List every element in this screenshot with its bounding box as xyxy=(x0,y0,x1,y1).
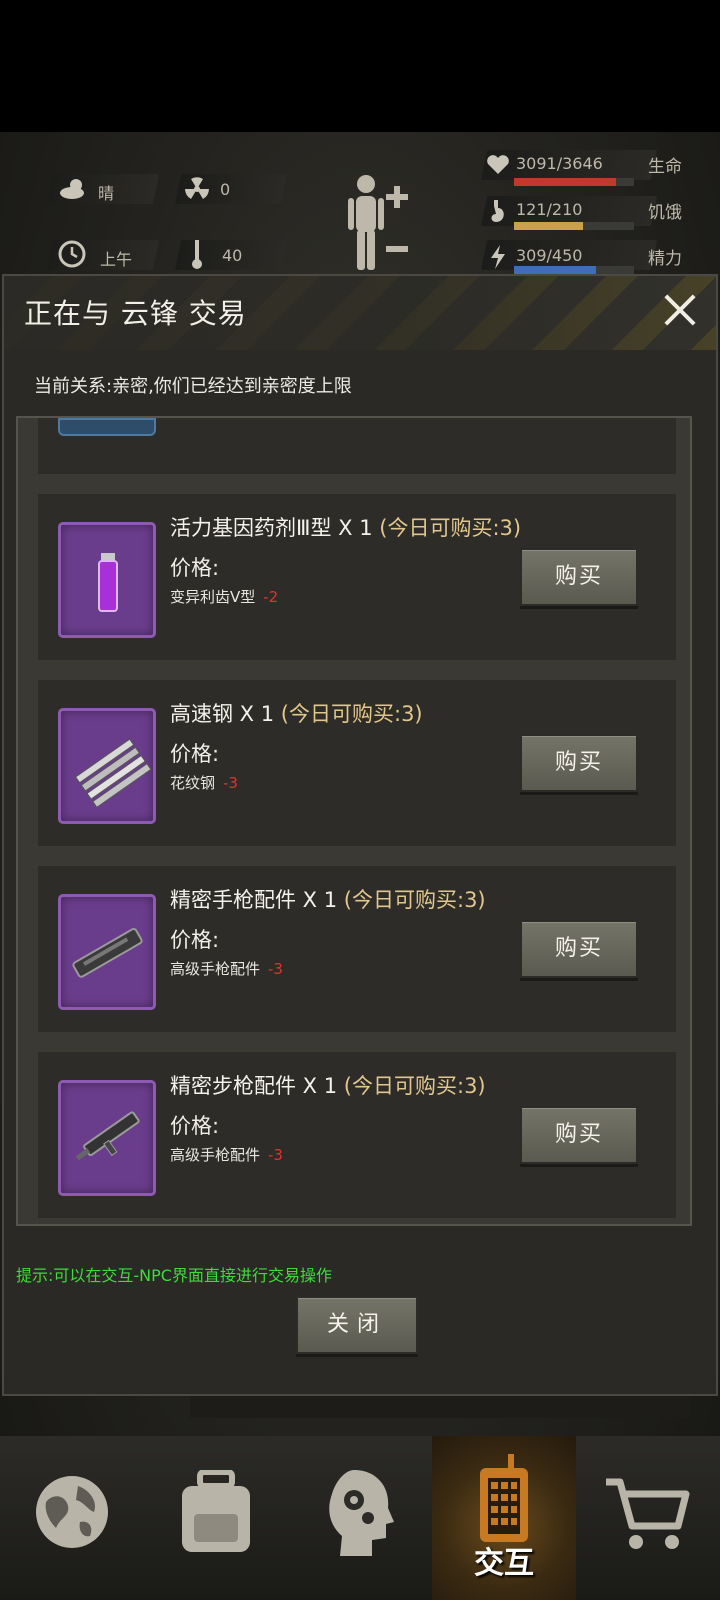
pistol-part-icon xyxy=(72,928,143,978)
trade-dialog: 正在与 云锋 交易 当前关系:亲密,你们已经达到亲密度上限 活力基因药剂Ⅲ型 X… xyxy=(2,274,718,1396)
nav-backpack[interactable] xyxy=(144,1436,288,1600)
hunger-bar xyxy=(514,222,634,230)
health-bar-fill xyxy=(514,178,616,186)
dialog-title: 正在与 云锋 交易 xyxy=(24,297,247,330)
hunger-value: 121/210 xyxy=(516,200,583,219)
clock-icon xyxy=(58,240,86,268)
nav-shop[interactable] xyxy=(576,1436,720,1600)
top-black-band xyxy=(0,0,720,132)
energy-value: 309/450 xyxy=(516,246,583,265)
item-thumb xyxy=(58,1080,156,1196)
trade-item-list[interactable]: 活力基因药剂Ⅲ型 X 1 (今日可购买:3) 价格: 变异利齿Ⅴ型 -2 购买 高… xyxy=(16,416,692,1226)
radio-icon xyxy=(480,1454,528,1542)
item-thumb xyxy=(58,708,156,824)
backpack-icon xyxy=(182,1470,250,1552)
close-button[interactable]: 关闭 xyxy=(296,1296,418,1354)
lightning-icon xyxy=(491,245,505,269)
item-name: 高速钢 X 1 (今日可购买:3) xyxy=(170,702,423,726)
energy-label: 精力 xyxy=(648,249,682,269)
price-label: 价格: xyxy=(170,928,220,952)
item-thumb xyxy=(58,522,156,638)
health-bar xyxy=(514,178,634,186)
item-thumb xyxy=(58,894,156,1010)
health-label: 生命 xyxy=(648,157,682,177)
hunger-bar-fill xyxy=(514,222,584,230)
thermometer-icon xyxy=(192,240,202,269)
buy-button[interactable]: 购买 xyxy=(520,734,638,792)
buy-button[interactable]: 购买 xyxy=(520,548,638,606)
weather-text: 晴 xyxy=(98,184,115,203)
head-gear-icon xyxy=(329,1470,394,1556)
price-item: 花纹钢 -3 xyxy=(170,774,238,792)
list-item: 活力基因药剂Ⅲ型 X 1 (今日可购买:3) 价格: 变异利齿Ⅴ型 -2 购买 xyxy=(38,494,676,660)
heart-icon xyxy=(487,155,509,174)
price-item: 变异利齿Ⅴ型 -2 xyxy=(170,588,279,606)
globe-icon xyxy=(36,1476,108,1548)
relation-status: 当前关系:亲密,你们已经达到亲密度上限 xyxy=(34,376,352,397)
temperature-text: 40 xyxy=(222,246,243,265)
nav-skills[interactable] xyxy=(288,1436,432,1600)
dialog-header: 正在与 云锋 交易 xyxy=(4,276,716,350)
radiation-icon xyxy=(185,177,209,199)
list-item-partial xyxy=(38,418,676,474)
trade-hint: 提示:可以在交互-NPC界面直接进行交易操作 xyxy=(16,1266,332,1285)
hunger-label: 饥饿 xyxy=(648,203,682,223)
nav-map[interactable] xyxy=(0,1436,144,1600)
steel-bars-icon xyxy=(74,738,152,808)
price-label: 价格: xyxy=(170,556,220,580)
price-item: 高级手枪配件 -3 xyxy=(170,1146,283,1164)
vial-icon xyxy=(98,553,118,612)
health-value: 3091/3646 xyxy=(516,154,603,173)
stomach-icon xyxy=(491,200,504,222)
energy-bar xyxy=(514,266,634,274)
underlying-tabs xyxy=(190,1396,690,1418)
time-text: 上午 xyxy=(100,250,133,269)
bottom-nav: 交互 xyxy=(0,1436,720,1600)
price-label: 价格: xyxy=(170,1114,220,1138)
item-name: 活力基因药剂Ⅲ型 X 1 (今日可购买:3) xyxy=(170,516,522,540)
price-label: 价格: xyxy=(170,742,220,766)
rifle-part-icon xyxy=(75,1111,140,1161)
radiation-text: 0 xyxy=(220,180,231,199)
close-icon[interactable] xyxy=(658,288,702,332)
nav-interact-label: 交互 xyxy=(474,1546,534,1581)
body-status-icon[interactable] xyxy=(344,172,414,272)
list-item: 精密步枪配件 X 1 (今日可购买:3) 价格: 高级手枪配件 -3 购买 xyxy=(38,1052,676,1218)
list-item: 精密手枪配件 X 1 (今日可购买:3) 价格: 高级手枪配件 -3 购买 xyxy=(38,866,676,1032)
item-name: 精密手枪配件 X 1 (今日可购买:3) xyxy=(170,888,486,912)
cart-icon xyxy=(606,1478,690,1549)
buy-button[interactable]: 购买 xyxy=(520,920,638,978)
energy-bar-fill xyxy=(514,266,597,274)
item-thumb-partial xyxy=(58,418,156,436)
nav-interact[interactable]: 交互 xyxy=(432,1436,576,1600)
item-name: 精密步枪配件 X 1 (今日可购买:3) xyxy=(170,1074,486,1098)
list-item: 高速钢 X 1 (今日可购买:3) 价格: 花纹钢 -3 购买 xyxy=(38,680,676,846)
cloud-sun-icon xyxy=(60,179,84,199)
price-item: 高级手枪配件 -3 xyxy=(170,960,283,978)
buy-button[interactable]: 购买 xyxy=(520,1106,638,1164)
